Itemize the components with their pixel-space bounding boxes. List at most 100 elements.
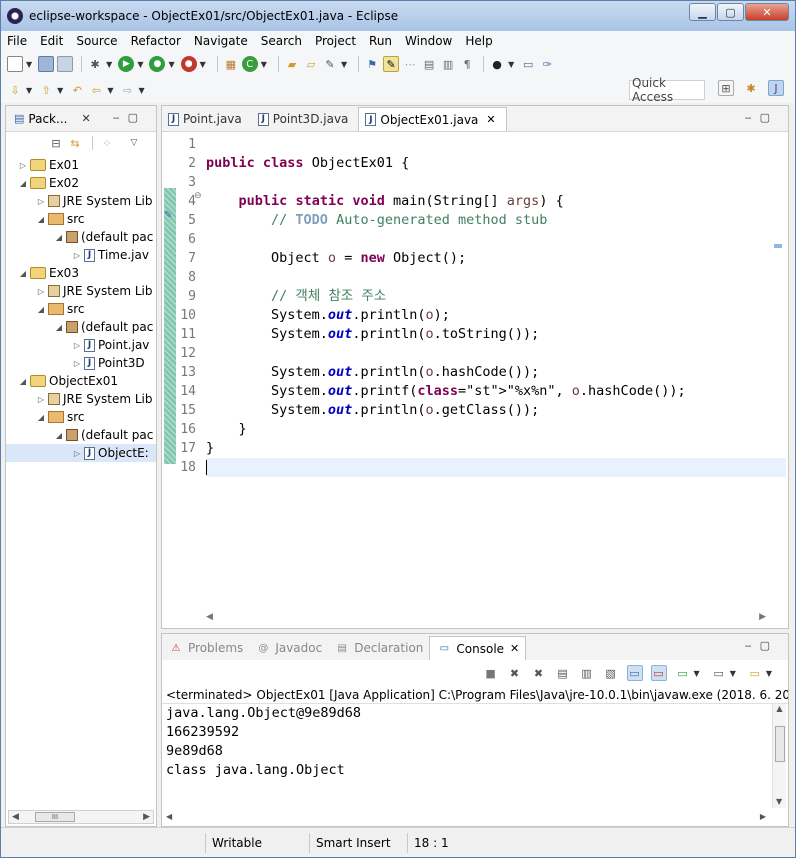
scroll-up-icon[interactable]: ▲ bbox=[776, 704, 782, 713]
console-view-icon[interactable]: ▭ bbox=[520, 56, 536, 72]
code-line[interactable]: System.out.printf(class="st">"%x%n", o.h… bbox=[206, 382, 786, 401]
scroll-down-icon[interactable]: ▼ bbox=[776, 797, 782, 806]
focus-icon[interactable]: ⁘ bbox=[99, 135, 115, 151]
tab-javadoc[interactable]: @ Javadoc bbox=[249, 636, 328, 660]
menu-edit[interactable]: Edit bbox=[40, 34, 63, 48]
profile-icon[interactable]: ● bbox=[489, 56, 505, 72]
chevron-down-icon[interactable]: ▼ bbox=[26, 60, 32, 69]
collapse-all-icon[interactable]: ⊟ bbox=[48, 135, 64, 151]
editor-horizontal-scrollbar[interactable]: ◀ ▶ bbox=[206, 610, 766, 624]
terminate-icon[interactable]: ■ bbox=[483, 665, 499, 681]
expand-icon[interactable]: ▷ bbox=[72, 251, 82, 260]
scroll-left-icon[interactable]: ◀ bbox=[166, 812, 172, 821]
overview-ruler-mark[interactable] bbox=[774, 244, 782, 248]
view-minimize-maximize-icon[interactable]: ‒▢ bbox=[745, 111, 778, 124]
tree-item[interactable]: ◢ Ex02 bbox=[6, 174, 156, 192]
source-code[interactable]: public class ObjectEx01 { public static … bbox=[206, 135, 786, 477]
chevron-down-icon[interactable]: ▼ bbox=[106, 60, 112, 69]
save-all-icon[interactable] bbox=[57, 56, 74, 72]
scroll-thumb[interactable] bbox=[775, 726, 785, 762]
code-line[interactable]: public class ObjectEx01 { bbox=[206, 154, 786, 173]
tab-problems[interactable]: ⚠ Problems bbox=[162, 636, 249, 660]
tree-item[interactable]: ◢ ObjectEx01 bbox=[6, 372, 156, 390]
link-with-editor-icon[interactable]: ⇆ bbox=[67, 135, 83, 151]
task-marker-icon[interactable]: ✎ bbox=[164, 210, 172, 221]
chevron-down-icon[interactable]: ▼ bbox=[168, 60, 174, 69]
scroll-lock-icon[interactable]: ▥ bbox=[579, 665, 595, 681]
show-on-stderr-icon[interactable]: ▭ bbox=[650, 665, 667, 681]
chevron-down-icon[interactable]: ▼ bbox=[341, 60, 347, 69]
menu-navigate[interactable]: Navigate bbox=[194, 34, 248, 48]
tree-item[interactable]: ◢ src bbox=[6, 300, 156, 318]
run-icon[interactable]: ▶ bbox=[118, 56, 135, 72]
code-line[interactable]: System.out.println(o.hashCode()); bbox=[206, 363, 786, 382]
collapse-icon[interactable]: ◢ bbox=[18, 269, 28, 278]
tree-item[interactable]: ▷ Ex01 bbox=[6, 156, 156, 174]
scroll-right-icon[interactable]: ▶ bbox=[759, 612, 766, 622]
search-icon[interactable]: ✎ bbox=[322, 56, 338, 72]
chevron-down-icon[interactable]: ▼ bbox=[26, 86, 32, 95]
new-icon[interactable] bbox=[7, 56, 23, 72]
tree-item[interactable]: ◢ Ex03 bbox=[6, 264, 156, 282]
collapse-icon[interactable]: ◢ bbox=[36, 215, 46, 224]
chevron-down-icon[interactable]: ▼ bbox=[57, 86, 63, 95]
toggle-highlight-icon[interactable]: ✎ bbox=[383, 56, 400, 72]
expand-icon[interactable]: ▷ bbox=[36, 395, 46, 404]
chevron-down-icon[interactable]: ▼ bbox=[766, 669, 772, 678]
code-line[interactable] bbox=[206, 135, 786, 154]
close-icon[interactable]: ✕ bbox=[486, 113, 495, 126]
menu-project[interactable]: Project bbox=[315, 34, 356, 48]
toggle-block-selection-icon[interactable]: ⋯ bbox=[402, 56, 418, 72]
close-window-button[interactable]: ✕ bbox=[745, 3, 789, 21]
tab-console[interactable]: ▭ Console ✕ bbox=[429, 636, 527, 660]
tab-point3d-java[interactable]: J Point3D.java bbox=[252, 107, 359, 131]
expand-icon[interactable]: ▷ bbox=[36, 197, 46, 206]
remove-launch-icon[interactable]: ✖ bbox=[507, 665, 523, 681]
display-console-icon[interactable]: ▭ bbox=[711, 665, 727, 681]
fold-icon[interactable]: ⊖ bbox=[194, 191, 202, 201]
menu-help[interactable]: Help bbox=[465, 34, 492, 48]
chevron-down-icon[interactable]: ▼ bbox=[107, 86, 113, 95]
tree-item[interactable]: ▷ JRE System Lib bbox=[6, 192, 156, 210]
paragraph-icon[interactable]: ¶ bbox=[459, 56, 475, 72]
expand-icon[interactable]: ▷ bbox=[72, 341, 82, 350]
collapse-icon[interactable]: ◢ bbox=[18, 377, 28, 386]
debug-icon[interactable]: ✱ bbox=[87, 56, 103, 72]
view-menu-icon[interactable]: ▽ bbox=[126, 135, 142, 151]
tree-item[interactable]: ▷ JRE System Lib bbox=[6, 282, 156, 300]
open-type-icon[interactable]: ▰ bbox=[284, 56, 300, 72]
clear-console-icon[interactable]: ▤ bbox=[555, 665, 571, 681]
scroll-right-icon[interactable]: ▶ bbox=[760, 812, 766, 821]
code-line[interactable]: // 객체 참조 주소 bbox=[206, 287, 786, 306]
chevron-down-icon[interactable]: ▼ bbox=[730, 669, 736, 678]
tree-item[interactable]: ◢ (default pac bbox=[6, 228, 156, 246]
view-minimize-maximize-icon[interactable]: ‒▢ bbox=[113, 111, 146, 124]
collapse-icon[interactable]: ◢ bbox=[18, 179, 28, 188]
code-line[interactable]: System.out.println(o.toString()); bbox=[206, 325, 786, 344]
close-icon[interactable]: ✕ bbox=[81, 112, 90, 125]
tab-declaration[interactable]: ▤ Declaration bbox=[328, 636, 429, 660]
new-class-icon[interactable]: C bbox=[241, 56, 258, 72]
tree-item[interactable]: ◢ (default pac bbox=[6, 426, 156, 444]
menu-window[interactable]: Window bbox=[405, 34, 452, 48]
console-output[interactable]: java.lang.Object@9e89d68 166239592 9e89d68… bbox=[166, 704, 770, 780]
open-task-icon[interactable]: ▱ bbox=[303, 56, 319, 72]
tree-item[interactable]: ◢ src bbox=[6, 210, 156, 228]
chevron-down-icon[interactable]: ▼ bbox=[508, 60, 514, 69]
scroll-left-icon[interactable]: ◀ bbox=[12, 812, 19, 822]
code-line[interactable]: System.out.println(o.getClass()); bbox=[206, 401, 786, 420]
tree-item[interactable]: ▷ J Point.jav bbox=[6, 336, 156, 354]
scroll-right-icon[interactable]: ▶ bbox=[143, 812, 150, 822]
show-whitespace-icon[interactable]: ▤ bbox=[421, 56, 437, 72]
back-icon[interactable]: ⇦ bbox=[88, 82, 104, 98]
explorer-horizontal-scrollbar[interactable]: ◀ III ▶ bbox=[8, 810, 154, 824]
chevron-down-icon[interactable]: ▼ bbox=[137, 60, 143, 69]
forward-icon[interactable]: ⇨ bbox=[119, 82, 135, 98]
collapse-icon[interactable]: ◢ bbox=[36, 305, 46, 314]
code-line[interactable]: } bbox=[206, 439, 786, 458]
scroll-left-icon[interactable]: ◀ bbox=[206, 612, 213, 622]
code-line[interactable] bbox=[206, 344, 786, 363]
code-line[interactable] bbox=[206, 458, 786, 477]
code-line[interactable]: } bbox=[206, 420, 786, 439]
tab-point-java[interactable]: J Point.java bbox=[162, 107, 252, 131]
